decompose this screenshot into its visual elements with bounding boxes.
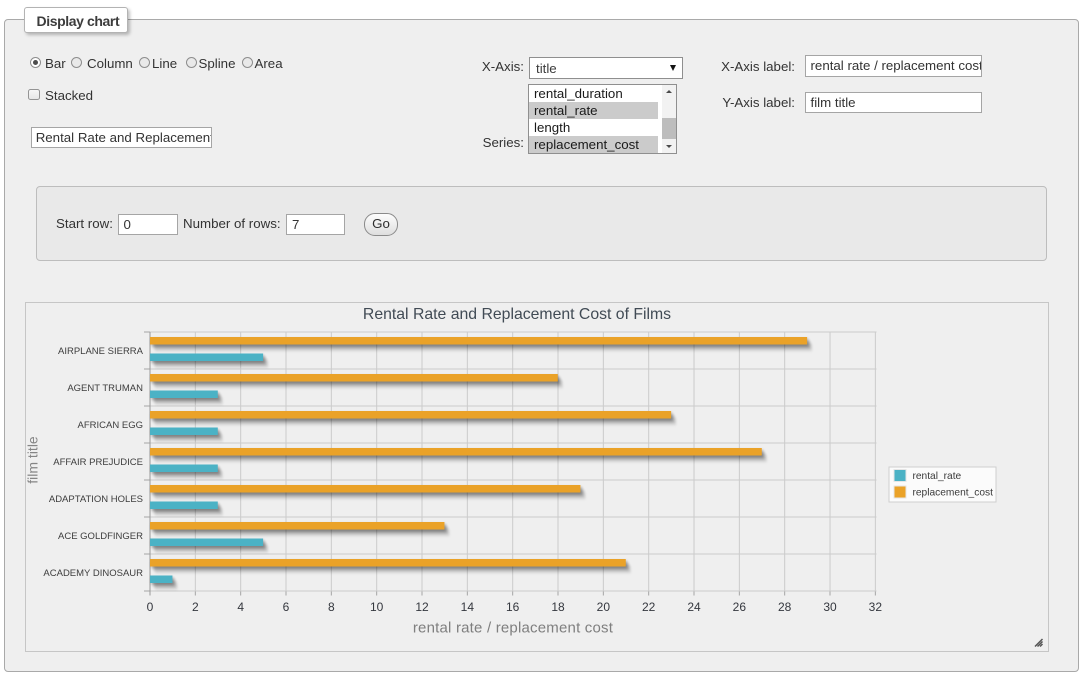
svg-text:20: 20 [597,600,611,614]
svg-text:6: 6 [283,600,290,614]
svg-text:30: 30 [823,600,837,614]
svg-text:ADAPTATION HOLES: ADAPTATION HOLES [49,494,143,505]
svg-text:24: 24 [687,600,701,614]
svg-text:Rental Rate and Replacement Co: Rental Rate and Replacement Cost of Film… [363,306,671,323]
svg-text:AIRPLANE SIERRA: AIRPLANE SIERRA [58,346,144,357]
svg-text:16: 16 [506,600,520,614]
svg-text:14: 14 [461,600,475,614]
svg-text:AGENT TRUMAN: AGENT TRUMAN [67,383,143,394]
svg-text:replacement_cost: replacement_cost [913,488,994,499]
svg-text:AFRICAN EGG: AFRICAN EGG [78,420,143,431]
svg-text:28: 28 [778,600,792,614]
svg-text:18: 18 [551,600,565,614]
svg-text:film title: film title [26,436,41,484]
svg-text:12: 12 [415,600,429,614]
svg-text:0: 0 [147,600,154,614]
svg-text:26: 26 [733,600,747,614]
svg-text:2: 2 [192,600,199,614]
svg-text:4: 4 [237,600,244,614]
svg-text:10: 10 [370,600,384,614]
svg-text:rental_rate: rental_rate [913,471,962,482]
svg-text:ACE GOLDFINGER: ACE GOLDFINGER [58,531,143,542]
svg-text:rental rate / replacement cost: rental rate / replacement cost [413,620,614,637]
svg-text:8: 8 [328,600,335,614]
svg-text:32: 32 [869,600,883,614]
svg-text:22: 22 [642,600,656,614]
svg-text:AFFAIR PREJUDICE: AFFAIR PREJUDICE [53,457,143,468]
svg-text:ACADEMY DINOSAUR: ACADEMY DINOSAUR [43,568,143,579]
